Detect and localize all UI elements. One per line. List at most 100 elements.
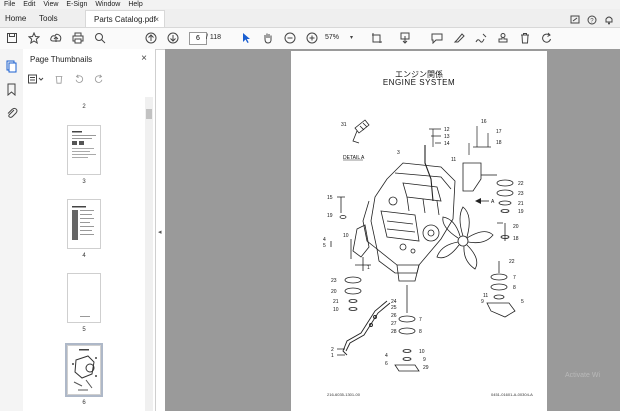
next-page-icon[interactable] [166, 31, 180, 45]
detail-a-part [352, 119, 370, 144]
highlight-pen-icon[interactable] [452, 31, 466, 45]
stamp-icon[interactable] [496, 31, 510, 45]
callout-label: 17 [496, 129, 502, 135]
callout-label: 14 [444, 141, 450, 147]
callout-label: 18 [496, 140, 502, 146]
zoom-search-icon[interactable] [93, 31, 107, 45]
callout-label: 11 [451, 157, 456, 163]
callout-label: 6 [385, 361, 388, 367]
rotate-clockwise-icon[interactable] [94, 71, 104, 89]
callout-label: 5 [323, 243, 326, 249]
page-total: / 118 [206, 34, 222, 41]
callout-label: 23 [518, 191, 524, 197]
menu-view[interactable]: View [39, 0, 62, 9]
callout-label: 13 [444, 134, 450, 140]
tab-tools[interactable]: Tools [39, 10, 73, 27]
zoom-out-icon[interactable] [283, 31, 297, 45]
panel-title: Page Thumbnails [30, 55, 93, 64]
panel-close-icon[interactable]: × [141, 53, 147, 64]
callout-label: 5 [521, 299, 524, 305]
hand-tool-icon[interactable] [261, 31, 275, 45]
callout-label: 9 [423, 357, 426, 363]
menu-file[interactable]: File [0, 0, 19, 9]
callout-label: 4 [385, 353, 388, 359]
tab-close-icon[interactable]: × [154, 15, 159, 24]
thumbnail-page[interactable] [67, 273, 101, 323]
callout-label: 19 [518, 209, 524, 215]
bookmarks-icon[interactable] [5, 83, 18, 97]
crop-fit-icon[interactable] [370, 31, 384, 45]
zoom-dropdown-chevron-icon[interactable]: ▾ [350, 32, 353, 44]
tab-document-label: Parts Catalog.pdf [94, 14, 156, 24]
main-toolbar: 6 / 118 57% ▾ [0, 28, 620, 50]
callout-label: 18 [513, 236, 519, 242]
left-engine-mount-bracket [330, 196, 371, 271]
rotate-counterclockwise-icon[interactable] [74, 71, 84, 89]
top-bolts [429, 126, 491, 155]
comment-icon[interactable] [430, 31, 444, 45]
cloud-upload-icon[interactable] [49, 31, 63, 45]
callout-label: 8 [419, 329, 422, 335]
page-footer-left: 216-6035-1301-00 [327, 392, 360, 397]
thumbnail-page[interactable] [67, 125, 101, 175]
document-viewer[interactable]: エンジン関係 ENGINE SYSTEM 31 DETAIL A 12 13 1… [165, 49, 620, 411]
menu-edit[interactable]: Edit [19, 0, 39, 9]
menu-bar: File Edit View E-Sign Window Help [0, 0, 620, 9]
thumbnail-page-selected[interactable] [65, 343, 103, 397]
thumbnail-options-menu-icon[interactable] [28, 71, 44, 89]
callout-label: 21 [333, 299, 339, 305]
thumbnail-label: 4 [82, 253, 86, 259]
callout-label: 8 [513, 285, 516, 291]
front-mount-rubbers [394, 285, 420, 372]
menu-help[interactable]: Help [124, 0, 146, 9]
tab-document[interactable]: Parts Catalog.pdf × [85, 10, 165, 27]
attachments-paperclip-icon[interactable] [5, 106, 18, 119]
right-engine-mount-bracket [462, 162, 514, 241]
os-activation-watermark: Activate Wi [565, 372, 601, 379]
save-icon[interactable] [5, 31, 19, 45]
callout-label: 12 [444, 127, 450, 133]
menu-esign[interactable]: E-Sign [62, 0, 91, 9]
callout-label: 29 [423, 365, 429, 371]
previous-page-icon[interactable] [144, 31, 158, 45]
callout-label: 1 [367, 265, 370, 271]
callout-label: 15 [327, 195, 333, 201]
dipstick-tube [424, 145, 434, 202]
callout-label: 10 [333, 307, 339, 313]
thumbnail-label: 2 [82, 104, 86, 110]
thumbnail-label: 6 [82, 400, 86, 406]
delete-trash-icon[interactable] [518, 31, 532, 45]
callout-label: 11 [483, 293, 488, 299]
delete-page-icon[interactable] [54, 71, 64, 89]
fill-sign-icon[interactable] [474, 31, 488, 45]
print-icon[interactable] [71, 31, 85, 45]
callout-label: 20 [331, 289, 337, 295]
thumbnail-label: 5 [82, 327, 86, 333]
callout-label: 16 [481, 119, 487, 125]
thumbnail-scrollbar[interactable] [145, 97, 153, 411]
engine-system-diagram: 31 DETAIL A 12 13 14 3 11 16 17 18 A 22 … [323, 119, 524, 372]
select-cursor-icon[interactable] [239, 31, 253, 45]
callout-label: 26 [391, 313, 397, 319]
thumbnail-list: 2 3 4 5 6 [23, 97, 143, 411]
page-footer-right: 0451-01601-A-00304-A [491, 392, 533, 397]
callout-label: 7 [513, 275, 516, 281]
callout-label: 21 [518, 201, 524, 207]
callout-label: 28 [391, 329, 397, 335]
download-scroll-icon[interactable] [398, 31, 412, 45]
zoom-in-icon[interactable] [305, 31, 319, 45]
right-mount-rubbers [486, 261, 516, 318]
thumbnail-page[interactable] [67, 199, 101, 249]
zoom-level[interactable]: 57% [325, 32, 351, 43]
rotate-icon[interactable] [540, 31, 554, 45]
tab-home[interactable]: Home [5, 10, 37, 27]
callout-label: 22 [518, 181, 524, 187]
page-thumbnails-icon[interactable] [5, 60, 18, 73]
callout-label: 19 [327, 213, 333, 219]
page-number-input[interactable]: 6 [189, 32, 207, 45]
collapse-panel-chevron-icon[interactable]: ◂ [158, 228, 162, 236]
callout-label: 1 [331, 353, 334, 359]
bookmark-star-icon[interactable] [27, 31, 41, 45]
menu-window[interactable]: Window [91, 0, 124, 9]
callout-label: 10 [343, 233, 349, 239]
